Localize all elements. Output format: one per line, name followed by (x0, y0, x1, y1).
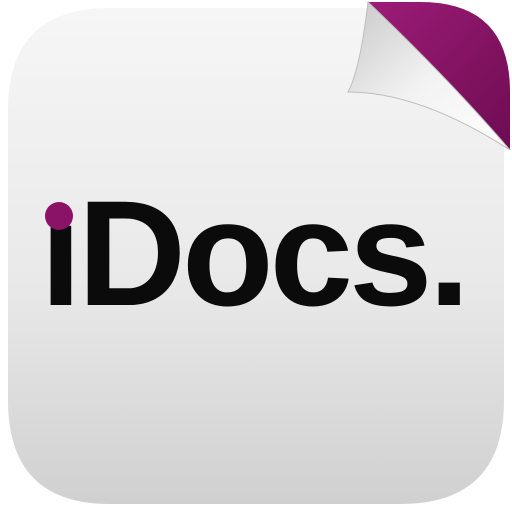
wordmark-i: ı (40, 178, 82, 328)
app-icon-stage: ı Docs. (0, 0, 512, 512)
wordmark-i-stem: ı (40, 169, 82, 337)
app-wordmark: ı Docs. (40, 168, 490, 328)
wordmark-rest: Docs. (77, 169, 470, 337)
accent-dot-icon (45, 202, 73, 230)
